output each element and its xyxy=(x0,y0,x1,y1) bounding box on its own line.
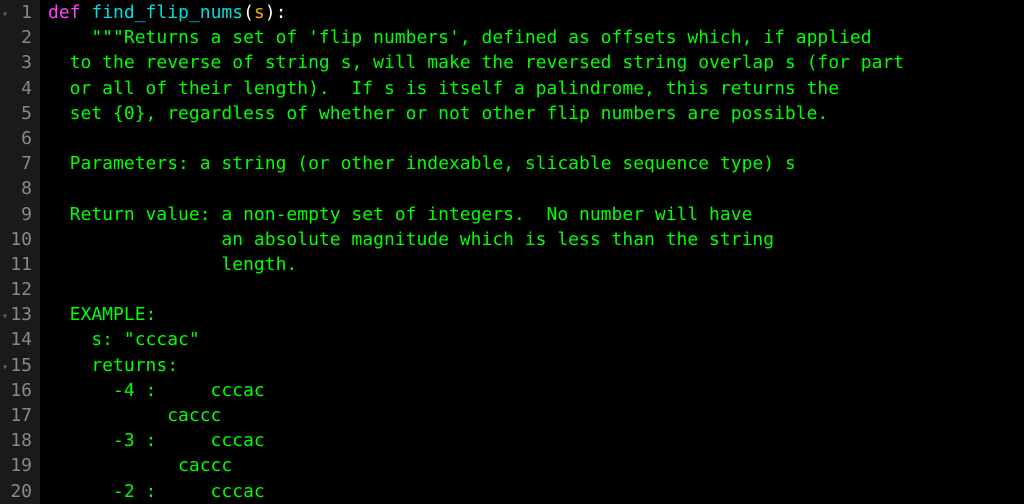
code-line[interactable]: -3 : cccac xyxy=(48,428,1024,453)
code-line[interactable]: -4 : cccac xyxy=(48,378,1024,403)
line-number: 9 xyxy=(4,202,32,227)
line-number: ▾15 xyxy=(4,353,32,378)
code-line[interactable]: length. xyxy=(48,252,1024,277)
code-token: : xyxy=(276,2,287,23)
code-line[interactable]: def find_flip_nums(s): xyxy=(48,0,1024,25)
code-token: or all of their length). If s is itself … xyxy=(48,78,839,99)
line-number: 2 xyxy=(4,25,32,50)
code-editor: ▾123456789101112▾1314▾151617181920 def f… xyxy=(0,0,1024,504)
line-number: 14 xyxy=(4,327,32,352)
line-number: 6 xyxy=(4,126,32,151)
code-token: find_flip_nums xyxy=(91,2,243,23)
code-line[interactable]: an absolute magnitude which is less than… xyxy=(48,227,1024,252)
code-token: """Returns a set of 'flip numbers', defi… xyxy=(48,27,872,48)
code-token: -3 : cccac xyxy=(48,430,265,451)
line-number: 17 xyxy=(4,403,32,428)
code-line[interactable]: -2 : cccac xyxy=(48,479,1024,504)
code-token: length. xyxy=(48,254,297,275)
line-number: ▾1 xyxy=(4,0,32,25)
code-token: def xyxy=(48,2,91,23)
code-line[interactable]: or all of their length). If s is itself … xyxy=(48,76,1024,101)
fold-marker-icon[interactable]: ▾ xyxy=(2,2,8,27)
code-line[interactable] xyxy=(48,126,1024,151)
line-number: 3 xyxy=(4,50,32,75)
fold-marker-icon[interactable]: ▾ xyxy=(2,304,8,329)
code-line[interactable] xyxy=(48,277,1024,302)
line-number: 16 xyxy=(4,378,32,403)
code-token: returns: xyxy=(48,355,178,376)
fold-marker-icon[interactable]: ▾ xyxy=(2,355,8,380)
code-line[interactable]: set {0}, regardless of whether or not ot… xyxy=(48,101,1024,126)
code-line[interactable] xyxy=(48,176,1024,201)
code-token: -2 : cccac xyxy=(48,481,265,502)
code-token: an absolute magnitude which is less than… xyxy=(48,229,774,250)
code-token: -4 : cccac xyxy=(48,380,265,401)
code-line[interactable]: returns: xyxy=(48,353,1024,378)
line-number: 4 xyxy=(4,76,32,101)
line-number: 7 xyxy=(4,151,32,176)
code-line[interactable]: caccc xyxy=(48,403,1024,428)
line-number: 12 xyxy=(4,277,32,302)
line-number: 18 xyxy=(4,428,32,453)
line-number: 11 xyxy=(4,252,32,277)
code-token: to the reverse of string s, will make th… xyxy=(48,52,904,73)
code-token: set {0}, regardless of whether or not ot… xyxy=(48,103,828,124)
code-token: s: "cccac" xyxy=(48,329,200,350)
code-line[interactable]: EXAMPLE: xyxy=(48,302,1024,327)
code-token: caccc xyxy=(48,455,232,476)
code-token: EXAMPLE: xyxy=(48,304,156,325)
code-token: caccc xyxy=(48,405,221,426)
code-line[interactable]: to the reverse of string s, will make th… xyxy=(48,50,1024,75)
code-area[interactable]: def find_flip_nums(s): """Returns a set … xyxy=(40,0,1024,504)
line-number: 19 xyxy=(4,453,32,478)
code-line[interactable]: caccc xyxy=(48,453,1024,478)
line-number-gutter: ▾123456789101112▾1314▾151617181920 xyxy=(0,0,40,504)
code-token: ( xyxy=(243,2,254,23)
code-token: ) xyxy=(265,2,276,23)
code-line[interactable]: Return value: a non-empty set of integer… xyxy=(48,202,1024,227)
code-token: s xyxy=(254,2,265,23)
line-number: 8 xyxy=(4,176,32,201)
line-number: ▾13 xyxy=(4,302,32,327)
code-line[interactable]: """Returns a set of 'flip numbers', defi… xyxy=(48,25,1024,50)
line-number: 5 xyxy=(4,101,32,126)
line-number: 20 xyxy=(4,479,32,504)
code-line[interactable]: s: "cccac" xyxy=(48,327,1024,352)
code-token: Parameters: a string (or other indexable… xyxy=(48,153,796,174)
line-number: 10 xyxy=(4,227,32,252)
code-token: Return value: a non-empty set of integer… xyxy=(48,204,752,225)
code-line[interactable]: Parameters: a string (or other indexable… xyxy=(48,151,1024,176)
